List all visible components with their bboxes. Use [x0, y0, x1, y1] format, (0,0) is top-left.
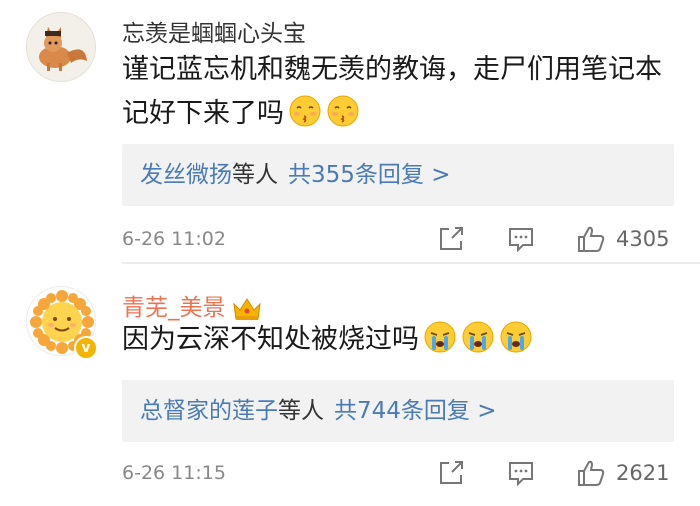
comment-meta: 6-26 11:15 2621: [122, 454, 680, 494]
like-count: 2621: [616, 461, 670, 485]
timestamp: 6-26 11:15: [122, 462, 226, 484]
comment-text-content: 谨记蓝忘机和魏无羡的教诲，走尸们用笔记本记好下来了吗: [122, 54, 662, 129]
reply-count-link[interactable]: 共355条回复 >: [288, 162, 450, 188]
avatar[interactable]: [26, 12, 96, 82]
thumbs-up-icon[interactable]: [576, 458, 606, 488]
crying-emoji-icon: [462, 321, 494, 353]
crying-emoji-icon: [500, 321, 532, 353]
kiss-emoji-icon: [289, 95, 321, 127]
kiss-emoji-icon: [327, 95, 359, 127]
comment-item: v 青芜_美景 因为云深不知处被烧过吗 总督家的莲子等人 共744条回复 > 6-…: [0, 264, 700, 506]
reply-names[interactable]: 发丝微扬: [140, 162, 232, 188]
crying-emoji-icon: [424, 321, 456, 353]
reply-names[interactable]: 总督家的莲子: [140, 398, 278, 424]
comment-text: 因为云深不知处被烧过吗: [122, 318, 682, 362]
username[interactable]: 忘羡是蝈蝈心头宝: [122, 14, 306, 48]
reply-others-label: 等人: [232, 162, 278, 188]
comment-meta: 6-26 11:02 4305: [122, 220, 680, 260]
share-icon[interactable]: [436, 458, 466, 488]
comment-item: 忘羡是蝈蝈心头宝 谨记蓝忘机和魏无羡的教诲，走尸们用笔记本记好下来了吗 发丝微扬…: [0, 0, 700, 262]
replies-box[interactable]: 发丝微扬等人 共355条回复 >: [122, 144, 674, 206]
reply-others-label: 等人: [278, 398, 324, 424]
thumbs-up-icon[interactable]: [576, 224, 606, 254]
comment-icon[interactable]: [506, 458, 536, 488]
username-row: 青芜_美景: [122, 288, 262, 322]
like-count: 4305: [616, 227, 670, 251]
reply-count-link[interactable]: 共744条回复 >: [334, 398, 496, 424]
comment-text-content: 因为云深不知处被烧过吗: [122, 324, 419, 355]
comment-text: 谨记蓝忘机和魏无羡的教诲，走尸们用笔记本记好下来了吗: [122, 48, 682, 136]
replies-box[interactable]: 总督家的莲子等人 共744条回复 >: [122, 380, 674, 442]
verified-badge: v: [74, 336, 98, 360]
comment-icon[interactable]: [506, 224, 536, 254]
share-icon[interactable]: [436, 224, 466, 254]
fox-avatar-icon: [39, 27, 87, 71]
timestamp: 6-26 11:02: [122, 228, 226, 250]
